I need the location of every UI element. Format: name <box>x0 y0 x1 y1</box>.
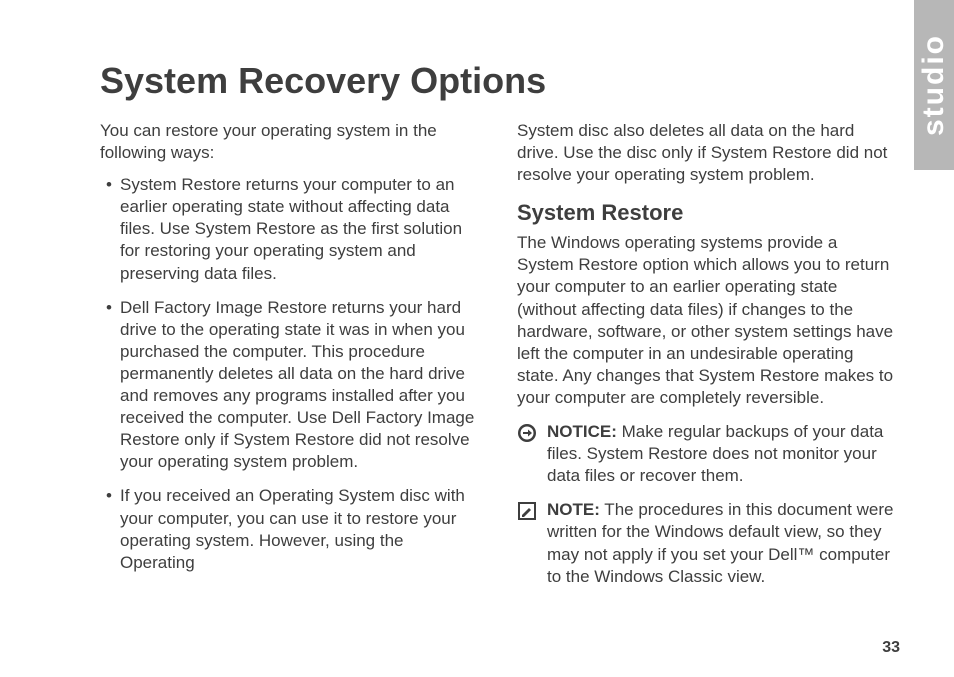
page-number: 33 <box>882 639 900 657</box>
continuation-text: System disc also deletes all data on the… <box>517 120 894 186</box>
intro-text: You can restore your operating system in… <box>100 120 477 164</box>
note-label: NOTE: <box>547 500 600 519</box>
list-item: If you received an Operating System disc… <box>120 485 477 573</box>
side-tab: studio <box>914 0 954 170</box>
subheading: System Restore <box>517 200 894 226</box>
notice-icon <box>517 423 537 443</box>
column-left: You can restore your operating system in… <box>100 120 477 600</box>
note-body: The procedures in this document were wri… <box>547 500 893 585</box>
note-callout: NOTE: The procedures in this document we… <box>517 499 894 587</box>
body-text: The Windows operating systems provide a … <box>517 232 894 409</box>
notice-text: NOTICE: Make regular backups of your dat… <box>547 421 894 487</box>
notice-label: NOTICE: <box>547 422 617 441</box>
page-title: System Recovery Options <box>100 60 894 102</box>
note-icon <box>517 501 537 521</box>
list-item: Dell Factory Image Restore returns your … <box>120 297 477 474</box>
notice-callout: NOTICE: Make regular backups of your dat… <box>517 421 894 487</box>
column-right: System disc also deletes all data on the… <box>517 120 894 600</box>
note-text: NOTE: The procedures in this document we… <box>547 499 894 587</box>
bullet-list: System Restore returns your computer to … <box>100 174 477 574</box>
list-item: System Restore returns your computer to … <box>120 174 477 284</box>
columns: You can restore your operating system in… <box>100 120 894 600</box>
page: studio System Recovery Options You can r… <box>0 0 954 677</box>
